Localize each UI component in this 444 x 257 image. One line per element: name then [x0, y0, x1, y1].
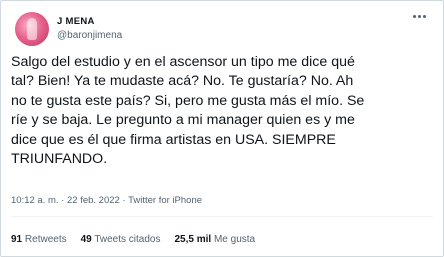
- quotes-label: Tweets citados: [94, 234, 161, 245]
- retweets-stat[interactable]: 91 Retweets: [11, 234, 67, 245]
- retweets-count: 91: [11, 234, 23, 245]
- tweet-stats: 91 Retweets 49 Tweets citados 25,5 mil M…: [11, 234, 269, 245]
- quotes-count: 49: [80, 234, 92, 245]
- avatar[interactable]: [15, 12, 49, 46]
- tweet-date[interactable]: 22 feb. 2022: [67, 195, 120, 206]
- dot: [412, 14, 416, 18]
- meta-separator: ·: [58, 195, 67, 206]
- tweet-source[interactable]: Twitter for iPhone: [128, 195, 202, 206]
- retweets-label: Retweets: [24, 234, 67, 245]
- dot: [422, 14, 426, 18]
- avatar-figure: [27, 18, 37, 40]
- divider: [11, 216, 433, 217]
- author-names: J MENA @baronjimena: [57, 16, 122, 42]
- tweet-header: J MENA @baronjimena: [15, 12, 122, 46]
- tweet-time[interactable]: 10:12 a. m.: [11, 195, 59, 206]
- dot: [417, 14, 421, 18]
- tweet-text: Salgo del estudio y en el ascensor un ti…: [11, 54, 365, 168]
- author-handle[interactable]: @baronjimena: [57, 30, 122, 42]
- quote-tweets-stat[interactable]: 49 Tweets citados: [81, 234, 161, 245]
- likes-stat[interactable]: 25,5 mil Me gusta: [174, 234, 255, 245]
- likes-count: 25,5 mil: [174, 234, 212, 245]
- author-display-name[interactable]: J MENA: [57, 16, 122, 28]
- likes-label: Me gusta: [213, 234, 256, 245]
- more-options-icon[interactable]: [409, 9, 429, 23]
- tweet-meta: 10:12 a. m. · 22 feb. 2022 · Twitter for…: [11, 195, 202, 206]
- tweet-card: J MENA @baronjimena Salgo del estudio y …: [0, 0, 444, 257]
- meta-separator: ·: [119, 195, 129, 206]
